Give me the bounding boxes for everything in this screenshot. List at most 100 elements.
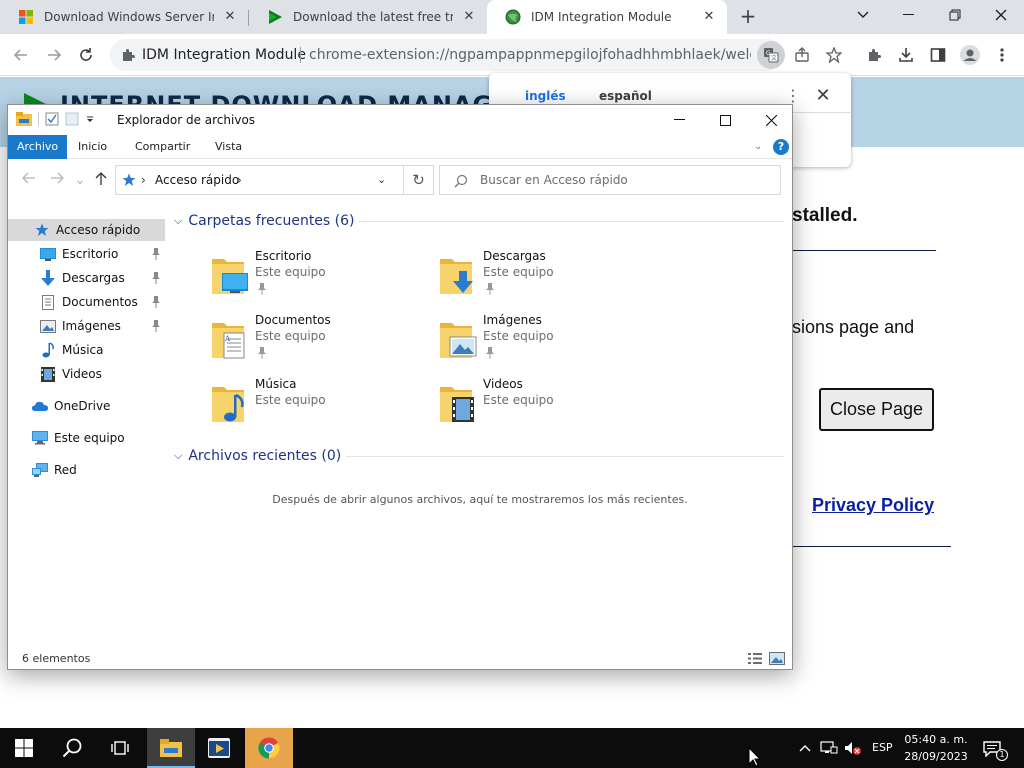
divider bbox=[792, 250, 936, 251]
translate-source-language-tab[interactable]: inglés bbox=[525, 89, 566, 103]
taskbar-media-app[interactable] bbox=[195, 728, 243, 768]
tab-title: Download Windows Server Insid bbox=[44, 10, 214, 24]
new-folder-icon[interactable] bbox=[65, 112, 79, 126]
start-button[interactable] bbox=[0, 728, 48, 768]
sidebar-item-documentos[interactable]: Documentos bbox=[8, 291, 165, 313]
sidebar-item-descargas[interactable]: Descargas bbox=[8, 267, 165, 289]
folder-tile-escritorio[interactable]: Escritorio Este equipo bbox=[210, 249, 436, 309]
browser-tab[interactable]: Download Windows Server Insid ✕ bbox=[0, 0, 248, 34]
sidebar-item-onedrive[interactable]: OneDrive bbox=[8, 395, 165, 417]
bookmark-button[interactable] bbox=[822, 43, 846, 67]
close-icon[interactable]: ✕ bbox=[815, 87, 831, 105]
extensions-button[interactable] bbox=[862, 43, 886, 67]
tab-search-button[interactable] bbox=[840, 0, 886, 30]
folder-tile-imagenes[interactable]: Imágenes Este equipo bbox=[438, 313, 664, 373]
forward-button[interactable] bbox=[48, 172, 66, 188]
reload-button[interactable] bbox=[74, 43, 98, 67]
chevron-down-icon[interactable]: ⌵ bbox=[174, 214, 182, 228]
close-icon[interactable]: ✕ bbox=[222, 9, 238, 25]
sidebar-item-acceso-rapido[interactable]: Acceso rápido bbox=[8, 219, 165, 241]
translate-button[interactable]: G文 bbox=[757, 41, 785, 69]
search-input[interactable]: Buscar en Acceso rápido bbox=[439, 165, 781, 195]
close-icon[interactable]: ✕ bbox=[461, 9, 477, 25]
address-dropdown-icon[interactable]: ⌄ bbox=[377, 173, 386, 186]
help-icon[interactable]: ? bbox=[773, 139, 789, 155]
chevron-right-icon[interactable]: › bbox=[237, 173, 242, 187]
close-window-button[interactable] bbox=[978, 0, 1024, 30]
folder-tile-videos[interactable]: Videos Este equipo bbox=[438, 377, 664, 437]
large-icons-view-icon[interactable] bbox=[769, 652, 785, 665]
omnibox[interactable]: IDM Integration Module chrome-extension:… bbox=[110, 39, 785, 71]
privacy-policy-link[interactable]: Privacy Policy bbox=[812, 495, 934, 516]
minimize-button[interactable] bbox=[886, 0, 932, 30]
sidebar-item-este-equipo[interactable]: Este equipo bbox=[8, 427, 165, 449]
avatar-icon bbox=[960, 45, 980, 65]
ribbon-tab-inicio[interactable]: Inicio bbox=[69, 135, 116, 159]
share-button[interactable] bbox=[790, 43, 814, 67]
downloads-button[interactable] bbox=[894, 43, 918, 67]
chrome-menu-button[interactable] bbox=[990, 43, 1014, 67]
input-language-indicator[interactable]: ESP bbox=[872, 741, 893, 754]
back-button[interactable] bbox=[20, 172, 38, 188]
browser-tab[interactable]: Download the latest free trial ve ✕ bbox=[249, 0, 487, 34]
customize-toolbar-icon[interactable] bbox=[85, 114, 95, 124]
folder-name: Videos bbox=[483, 377, 523, 391]
pin-icon bbox=[486, 283, 494, 295]
details-view-icon[interactable] bbox=[747, 652, 763, 665]
recent-files-header[interactable]: ⌵ Archivos recientes (0) bbox=[174, 446, 341, 466]
address-bar[interactable]: › Acceso rápido › ⌄ bbox=[115, 165, 404, 195]
restore-button[interactable] bbox=[932, 0, 978, 30]
task-view-button[interactable] bbox=[96, 728, 144, 768]
show-hidden-icons-icon[interactable] bbox=[796, 739, 814, 757]
search-button[interactable] bbox=[48, 728, 96, 768]
address-breadcrumb[interactable]: Acceso rápido bbox=[155, 173, 239, 187]
recent-locations-icon[interactable]: ⌄ bbox=[71, 172, 89, 188]
sidebar-item-escritorio[interactable]: Escritorio bbox=[8, 243, 165, 265]
close-page-button[interactable]: Close Page bbox=[819, 388, 934, 431]
explorer-titlebar: Explorador de archivos bbox=[8, 105, 792, 135]
up-button[interactable] bbox=[92, 172, 110, 188]
folder-tile-musica[interactable]: Música Este equipo bbox=[210, 377, 436, 437]
clock[interactable]: 05:40 a. m. 28/09/2023 bbox=[904, 731, 968, 765]
sidebar-item-red[interactable]: Red bbox=[8, 459, 165, 481]
expand-ribbon-icon[interactable]: ⌄ bbox=[754, 141, 762, 152]
folder-location: Este equipo bbox=[483, 393, 554, 407]
sidebar-item-label: OneDrive bbox=[54, 399, 111, 413]
folder-tile-documentos[interactable]: A Documentos Este equipo bbox=[210, 313, 436, 373]
ribbon-tab-compartir[interactable]: Compartir bbox=[126, 135, 199, 159]
more-options-icon[interactable]: ⋮ bbox=[785, 87, 801, 105]
sidebar-item-imagenes[interactable]: Imágenes bbox=[8, 315, 165, 337]
side-panel-button[interactable] bbox=[926, 43, 950, 67]
pin-icon bbox=[152, 320, 160, 332]
folder-tile-descargas[interactable]: Descargas Este equipo bbox=[438, 249, 664, 309]
browser-tab-active[interactable]: IDM Integration Module ✕ bbox=[487, 0, 727, 34]
close-window-button[interactable] bbox=[748, 105, 794, 135]
volume-muted-icon[interactable] bbox=[844, 739, 862, 757]
properties-icon[interactable] bbox=[45, 112, 59, 126]
translate-target-language-tab[interactable]: español bbox=[599, 89, 652, 103]
new-tab-button[interactable]: + bbox=[736, 5, 760, 29]
svg-text:文: 文 bbox=[771, 54, 777, 62]
section-divider bbox=[346, 456, 784, 457]
sidebar-item-musica[interactable]: Música bbox=[8, 339, 165, 361]
chevron-right-icon[interactable]: › bbox=[141, 173, 146, 187]
arrow-right-icon bbox=[48, 49, 62, 61]
sidebar-item-videos[interactable]: Videos bbox=[8, 363, 165, 385]
network-status-icon[interactable] bbox=[820, 739, 838, 757]
separator bbox=[38, 112, 39, 126]
maximize-button[interactable] bbox=[702, 105, 748, 135]
close-icon[interactable]: ✕ bbox=[701, 9, 717, 25]
chevron-down-icon[interactable]: ⌵ bbox=[174, 449, 182, 463]
profile-button[interactable] bbox=[958, 43, 982, 67]
ribbon-tab-vista[interactable]: Vista bbox=[206, 135, 251, 159]
network-icon bbox=[32, 462, 48, 478]
minimize-button[interactable] bbox=[656, 105, 702, 135]
back-button[interactable] bbox=[9, 43, 33, 67]
forward-button[interactable] bbox=[42, 43, 66, 67]
refresh-button[interactable]: ↻ bbox=[404, 165, 434, 195]
ribbon-tab-archivo[interactable]: Archivo bbox=[8, 135, 68, 159]
section-title: Archivos recientes (0) bbox=[188, 448, 342, 464]
frequent-folders-header[interactable]: ⌵ Carpetas frecuentes (6) bbox=[174, 211, 355, 231]
taskbar-file-explorer[interactable] bbox=[147, 728, 195, 768]
taskbar-chrome[interactable] bbox=[245, 728, 293, 768]
